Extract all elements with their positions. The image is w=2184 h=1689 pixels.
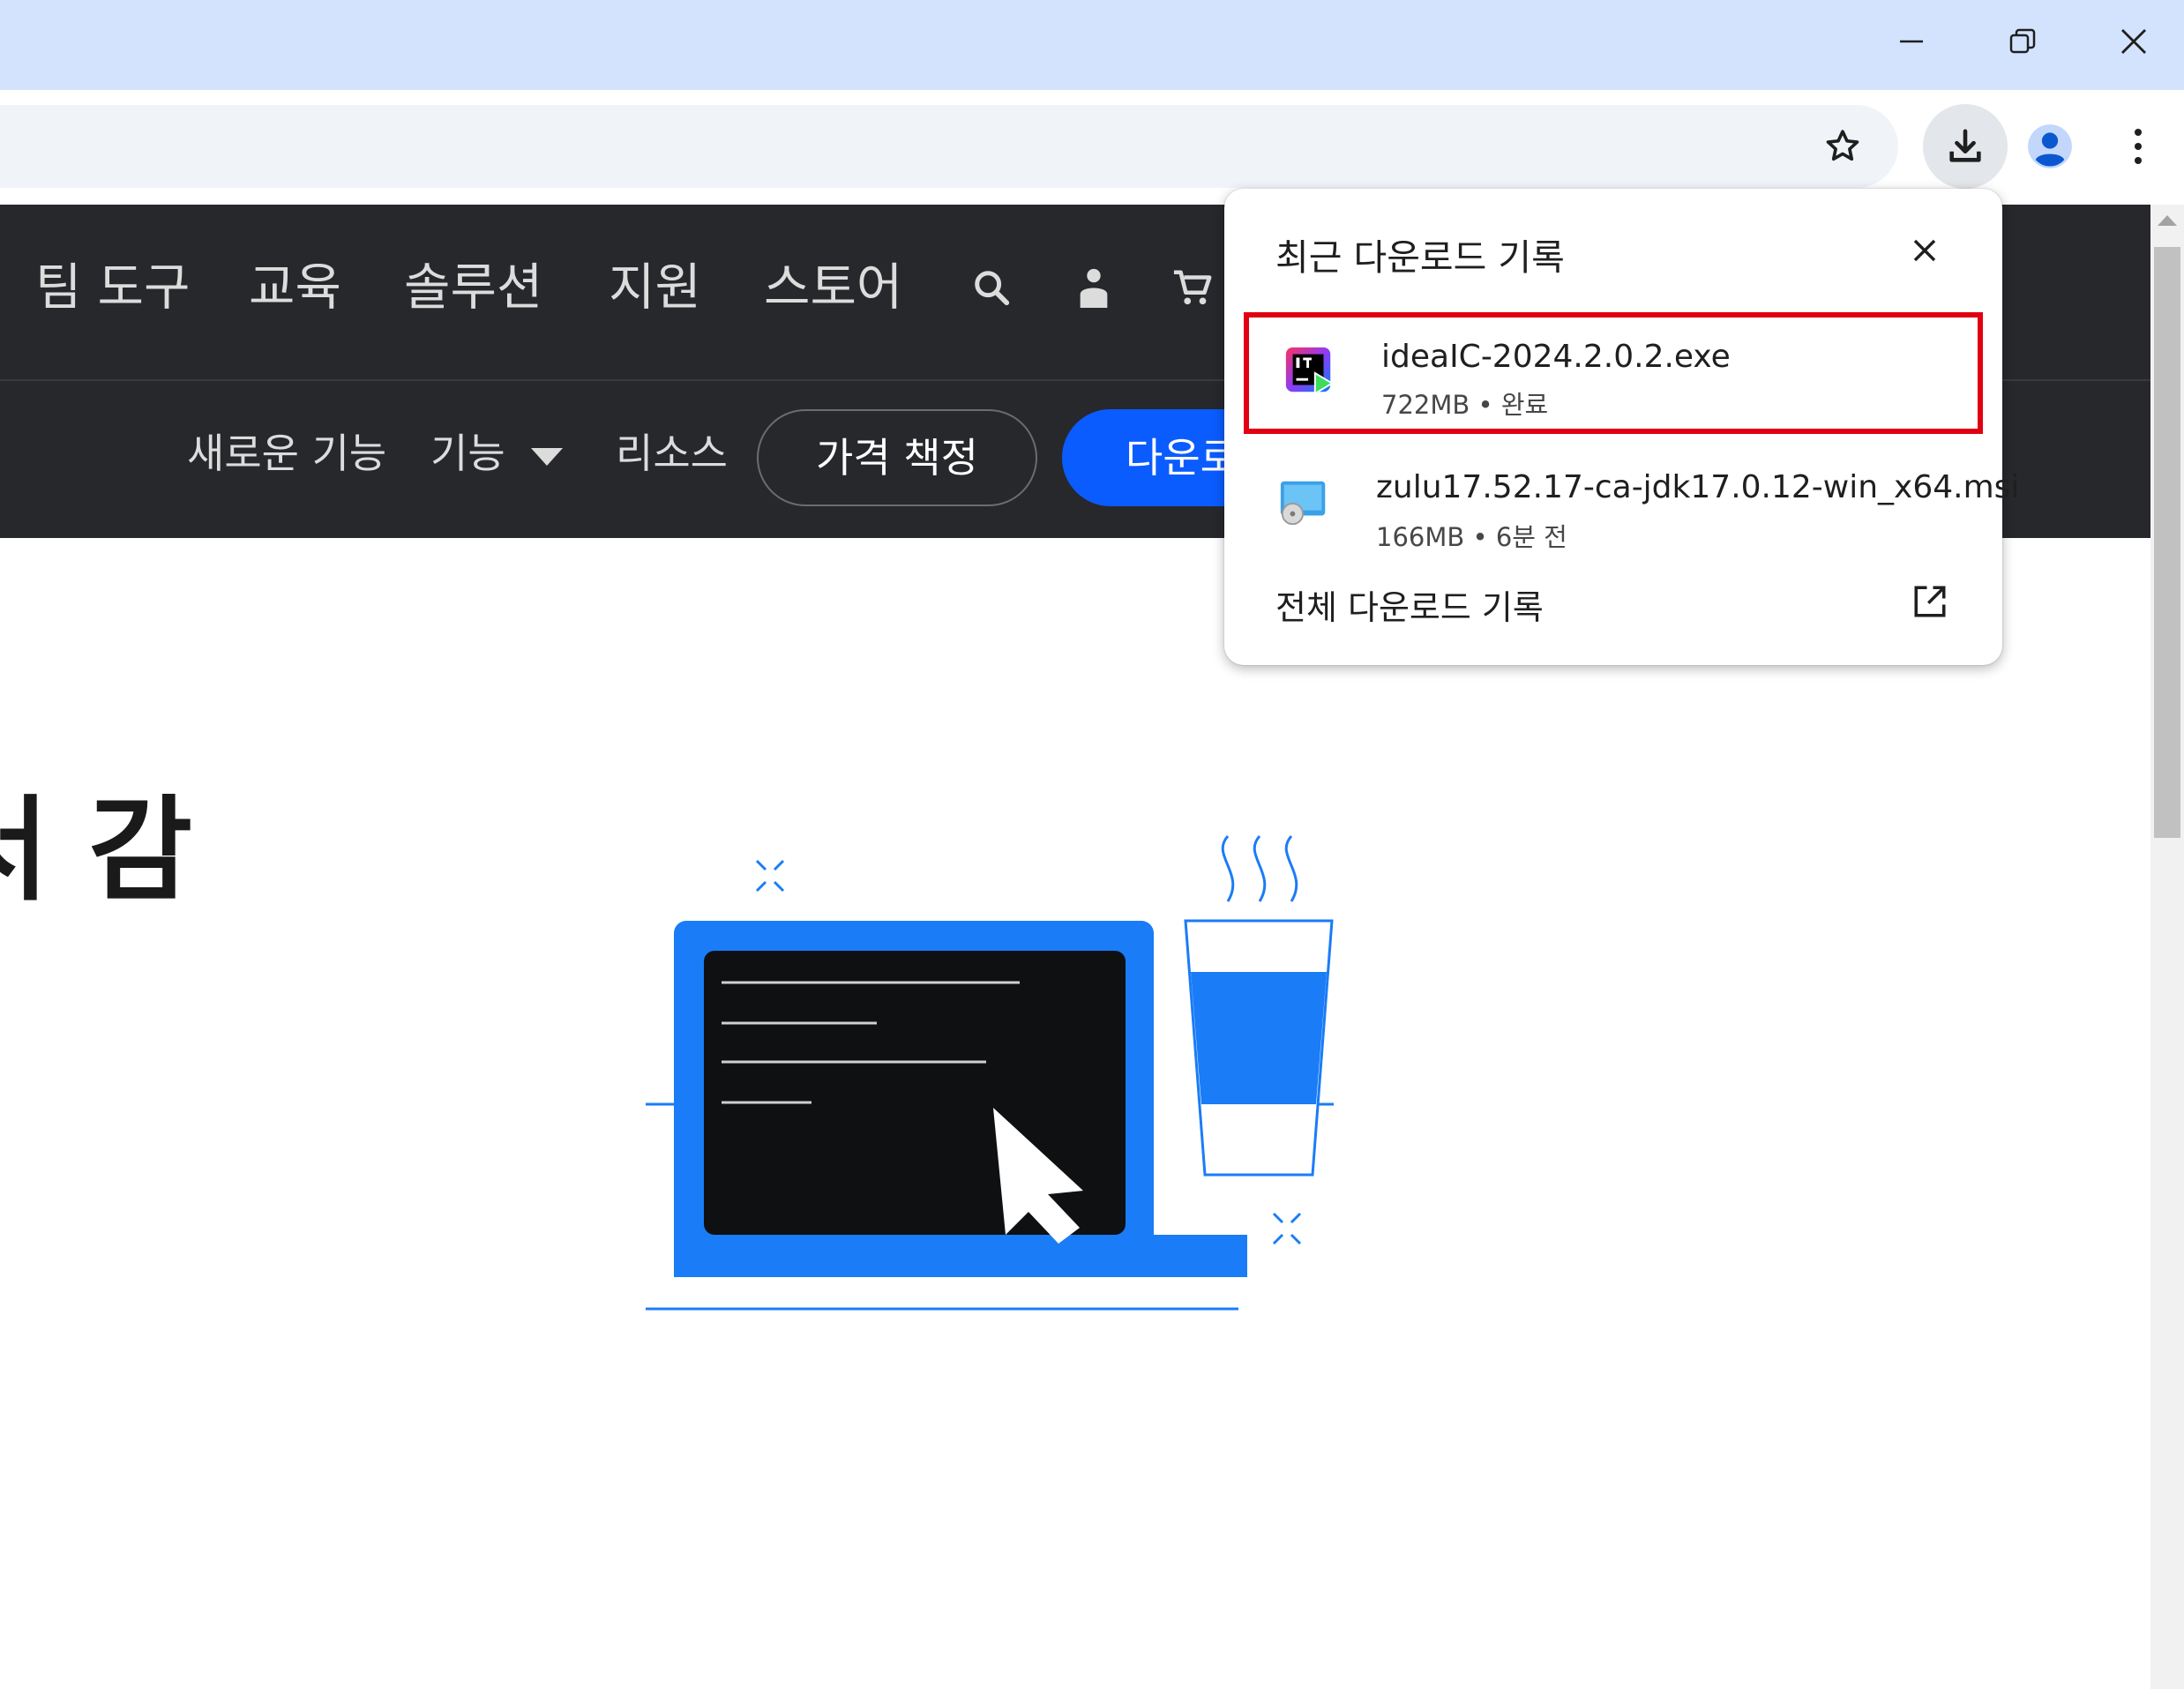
download-meta: 722MB • 완료: [1381, 385, 1548, 422]
download-filename: ideaIC-2024.2.0.2.exe: [1381, 339, 1731, 375]
subnav-features-label: 기능: [430, 430, 505, 477]
subnav-whats-new[interactable]: 새로운 기능: [187, 427, 386, 480]
minimize-icon: [1900, 40, 1923, 43]
cart-button[interactable]: [1164, 259, 1221, 316]
full-download-history-link[interactable]: 전체 다운로드 기록: [1275, 580, 1544, 629]
profile-icon: [2028, 124, 2072, 168]
page-scrollbar[interactable]: [2150, 205, 2184, 1689]
star-icon: [1826, 130, 1859, 161]
nav-education[interactable]: 교육: [249, 256, 341, 319]
nav-solutions[interactable]: 솔루션: [404, 256, 542, 319]
subnav-features[interactable]: 기능: [430, 427, 564, 480]
meta-separator: •: [1477, 390, 1493, 420]
profile-button[interactable]: [2008, 104, 2092, 189]
intellij-idea-icon: [1285, 347, 1335, 395]
open-downloads-page-button[interactable]: [1909, 580, 1951, 623]
meta-separator: •: [1472, 522, 1488, 552]
download-meta: 166MB • 6분 전: [1376, 517, 1567, 554]
caret-down-icon: [531, 448, 564, 466]
cart-icon: [1173, 270, 1212, 305]
download-status: 완료: [1500, 390, 1549, 420]
scrollbar-thumb[interactable]: [2154, 247, 2180, 838]
download-size: 166MB: [1376, 522, 1465, 552]
open-in-new-icon: [1914, 586, 1946, 617]
user-icon: [1080, 268, 1108, 308]
downloads-bubble: 최근 다운로드 기록 ideaIC-2024.2.0.2.exe 722MB •…: [1224, 189, 2019, 665]
restore-button[interactable]: [1967, 0, 2078, 83]
nav-store[interactable]: 스토어: [764, 256, 902, 319]
search-button[interactable]: [963, 259, 1020, 316]
msi-installer-icon: [1280, 481, 1326, 526]
close-icon: [2121, 29, 2146, 54]
download-item[interactable]: ideaIC-2024.2.0.2.exe 722MB • 완료: [1244, 312, 1983, 434]
download-status: 6분 전: [1495, 522, 1567, 552]
download-filename: zulu17.52.17-ca-jdk17.0.12-win_x64.msi: [1376, 469, 2020, 505]
download-icon: [1949, 129, 1981, 162]
close-icon: [1913, 239, 1936, 262]
scroll-up-arrow-icon[interactable]: [2158, 215, 2177, 226]
title-bar: [0, 0, 2184, 90]
minimize-button[interactable]: [1856, 0, 1967, 83]
nav-team-tools[interactable]: 팀 도구: [35, 256, 190, 319]
bookmark-button[interactable]: [1801, 105, 1884, 188]
search-icon: [975, 271, 1010, 306]
close-downloads-button[interactable]: [1904, 229, 1946, 272]
downloads-title: 최근 다운로드 기록: [1275, 236, 1565, 279]
close-window-button[interactable]: [2078, 0, 2184, 83]
account-button[interactable]: [1066, 259, 1122, 316]
pricing-button[interactable]: 가격 책정: [757, 409, 1037, 506]
restore-icon: [2009, 28, 2036, 54]
subnav-resources[interactable]: 리소스: [616, 427, 728, 480]
nav-support[interactable]: 지원: [609, 256, 701, 319]
download-size: 722MB: [1381, 390, 1470, 420]
kebab-menu-icon: [2135, 129, 2142, 164]
browser-toolbar: [0, 90, 2184, 205]
laptop-coffee-illustration: [646, 834, 1334, 1311]
browser-menu-button[interactable]: [2096, 104, 2180, 189]
address-bar[interactable]: [0, 105, 1898, 188]
download-item[interactable]: zulu17.52.17-ca-jdk17.0.12-win_x64.msi 1…: [1244, 443, 2019, 564]
downloads-button[interactable]: [1923, 104, 2008, 189]
hero-title: 서 감: [0, 785, 193, 916]
